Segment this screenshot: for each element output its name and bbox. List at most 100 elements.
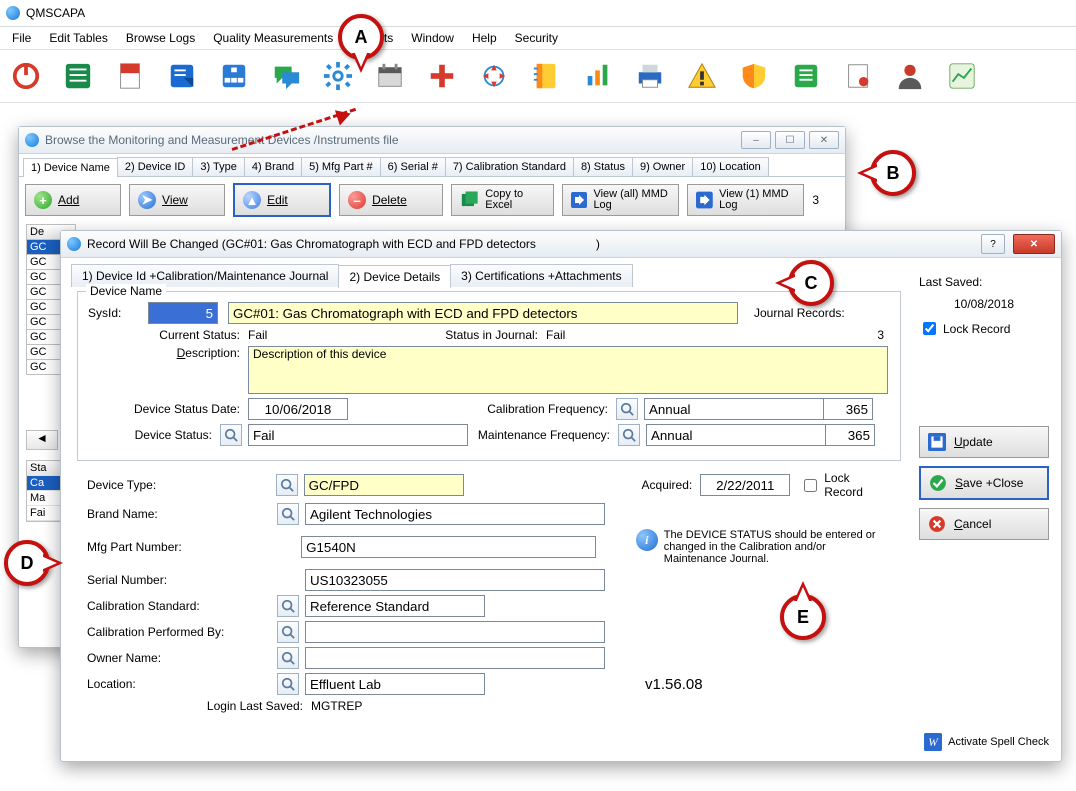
help-icon[interactable]: ? — [981, 234, 1005, 254]
tab-type[interactable]: 3) Type — [192, 157, 245, 176]
tb-target-icon[interactable] — [478, 60, 510, 92]
location-label: Location: — [87, 677, 277, 691]
location-field[interactable] — [305, 673, 485, 695]
menu-quality-measurements[interactable]: Quality Measurements — [205, 29, 341, 47]
acquired-field[interactable] — [700, 474, 790, 496]
max-icon[interactable]: ☐ — [775, 131, 805, 149]
lookup-icon[interactable] — [277, 595, 299, 617]
browse-count: 3 — [812, 193, 819, 207]
menu-file[interactable]: File — [4, 29, 39, 47]
browse-title: Browse the Monitoring and Measurement De… — [45, 133, 399, 147]
lookup-icon[interactable] — [277, 647, 299, 669]
browse-tabs: 1) Device Name 2) Device ID 3) Type 4) B… — [19, 154, 845, 177]
close-icon[interactable]: ✕ — [1013, 234, 1055, 254]
browse-title-bar[interactable]: Browse the Monitoring and Measurement De… — [19, 127, 845, 154]
tb-power-icon[interactable] — [10, 60, 42, 92]
cal-std-field[interactable] — [305, 595, 485, 617]
tab-device-id[interactable]: 2) Device ID — [117, 157, 194, 176]
tb-calendar-icon[interactable] — [374, 60, 406, 92]
close-icon[interactable]: ✕ — [809, 131, 839, 149]
lookup-icon[interactable] — [277, 673, 299, 695]
tb-shield-icon[interactable] — [738, 60, 770, 92]
tab-brand[interactable]: 4) Brand — [244, 157, 302, 176]
tb-cert-icon[interactable] — [842, 60, 874, 92]
cal-freq-field[interactable] — [644, 398, 824, 420]
tb-doc-red-icon[interactable] — [114, 60, 146, 92]
lookup-icon[interactable] — [277, 621, 299, 643]
spell-check-link[interactable]: W Activate Spell Check — [924, 733, 1049, 751]
cal-by-field[interactable] — [305, 621, 605, 643]
view-all-log-button[interactable]: View (all) MMD Log — [562, 184, 679, 216]
save-close-button[interactable]: Save +Close — [919, 466, 1049, 500]
edit-button[interactable]: ▲Edit — [233, 183, 331, 217]
copy-excel-button[interactable]: Copy to Excel — [451, 184, 555, 216]
tb-user-icon[interactable] — [894, 60, 926, 92]
tab-serial[interactable]: 6) Serial # — [380, 157, 446, 176]
maint-freq-field[interactable] — [646, 424, 826, 446]
menu-security[interactable]: Security — [507, 29, 566, 47]
cal-freq-label: Calibration Frequency: — [348, 402, 616, 416]
tab-device-details[interactable]: 2) Device Details — [338, 265, 451, 288]
callout-d: D — [4, 540, 50, 586]
tb-list-icon[interactable] — [62, 60, 94, 92]
tb-org-icon[interactable] — [218, 60, 250, 92]
lookup-icon[interactable] — [276, 474, 298, 496]
update-button[interactable]: Update — [919, 426, 1049, 458]
device-type-field[interactable] — [304, 474, 464, 496]
tb-checklist-icon[interactable] — [790, 60, 822, 92]
view-one-log-button[interactable]: View (1) MMD Log — [687, 184, 804, 216]
brand-field[interactable] — [305, 503, 605, 525]
tb-plus-icon[interactable] — [426, 60, 458, 92]
device-status-field[interactable] — [248, 424, 468, 446]
lookup-icon[interactable] — [220, 424, 242, 446]
menu-browse-logs[interactable]: Browse Logs — [118, 29, 203, 47]
menu-edit-tables[interactable]: Edit Tables — [41, 29, 115, 47]
lookup-icon[interactable] — [618, 424, 640, 446]
add-button[interactable]: +Add — [25, 184, 121, 216]
journal-records-label: Journal Records: — [754, 306, 845, 320]
status-date-field[interactable] — [248, 398, 348, 420]
tb-warning-icon[interactable] — [686, 60, 718, 92]
tab-location[interactable]: 10) Location — [692, 157, 769, 176]
mfg-part-field[interactable] — [301, 536, 596, 558]
tb-printer-icon[interactable] — [634, 60, 666, 92]
tab-owner[interactable]: 9) Owner — [632, 157, 693, 176]
version-label: v1.56.08 — [645, 676, 703, 693]
callout-a: A — [338, 14, 384, 60]
record-side-panel: Last Saved: 10/08/2018 Lock Record Updat… — [919, 275, 1049, 548]
scroll-left-icon[interactable]: ◄ — [26, 430, 58, 450]
lookup-icon[interactable] — [616, 398, 638, 420]
tb-chat-icon[interactable] — [270, 60, 302, 92]
maint-freq-days[interactable] — [826, 424, 875, 446]
tb-gear-icon[interactable] — [322, 60, 354, 92]
device-name-field[interactable] — [228, 302, 738, 324]
record-title-bar[interactable]: Record Will Be Changed (GC#01: Gas Chrom… — [61, 231, 1061, 258]
callout-c: C — [788, 260, 834, 306]
tab-status[interactable]: 8) Status — [573, 157, 633, 176]
tb-note-icon[interactable] — [166, 60, 198, 92]
lock-record-checkbox[interactable]: Lock Record — [919, 319, 1049, 338]
group-legend: Device Name — [86, 284, 166, 298]
login-last-saved-value: MGTREP — [311, 699, 362, 713]
view-button[interactable]: ➤View — [129, 184, 225, 216]
tb-graph-icon[interactable] — [946, 60, 978, 92]
sysid-field[interactable] — [148, 302, 218, 324]
menu-help[interactable]: Help — [464, 29, 505, 47]
owner-field[interactable] — [305, 647, 605, 669]
cal-freq-days[interactable] — [824, 398, 873, 420]
cancel-button[interactable]: Cancel — [919, 508, 1049, 540]
lookup-icon[interactable] — [277, 503, 299, 525]
lock-record-checkbox-2[interactable]: Lock Record — [800, 471, 891, 499]
min-icon[interactable]: – — [741, 131, 771, 149]
tab-cal-std[interactable]: 7) Calibration Standard — [445, 157, 574, 176]
tb-notebook-icon[interactable] — [530, 60, 562, 92]
tab-certifications[interactable]: 3) Certifications +Attachments — [450, 264, 632, 287]
menu-window[interactable]: Window — [403, 29, 462, 47]
serial-field[interactable] — [305, 569, 605, 591]
tab-mfg-part[interactable]: 5) Mfg Part # — [301, 157, 381, 176]
tb-chart-icon[interactable] — [582, 60, 614, 92]
description-field[interactable]: Description of this device — [248, 346, 888, 394]
serial-label: Serial Number: — [87, 573, 277, 587]
delete-button[interactable]: –Delete — [339, 184, 443, 216]
tab-device-name[interactable]: 1) Device Name — [23, 158, 118, 177]
